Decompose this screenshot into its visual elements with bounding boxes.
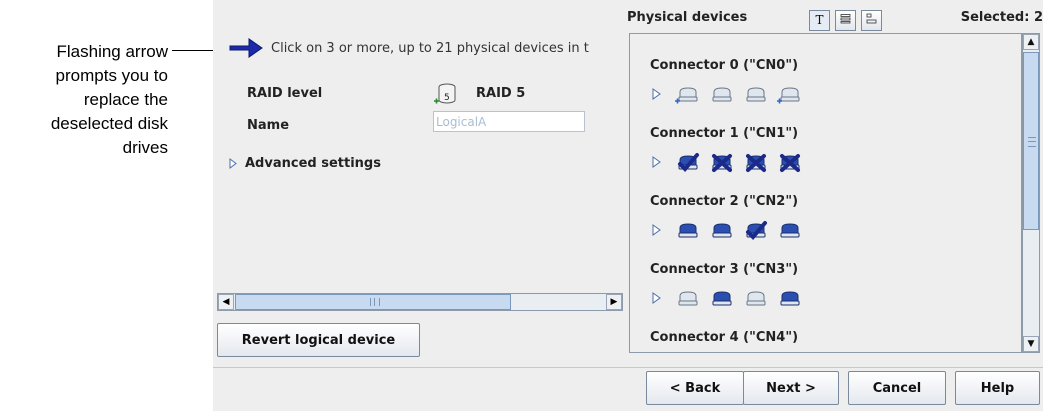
expand-connector-icon[interactable]	[652, 88, 662, 100]
connector-label: Connector 2 ("CN2")	[650, 194, 799, 209]
list-view-icon	[840, 14, 851, 24]
callout-leader-line	[172, 50, 214, 51]
vertical-scrollbar[interactable]: ▲ ▼	[1022, 33, 1040, 353]
disk-drive-check-icon[interactable]	[743, 220, 769, 242]
connector-label: Connector 1 ("CN1")	[650, 126, 799, 141]
expand-connector-icon[interactable]	[652, 224, 662, 236]
back-button[interactable]: < Back	[646, 371, 744, 405]
disk-drive-normal-icon[interactable]	[675, 220, 701, 242]
annotation-line: deselected disk	[50, 114, 168, 133]
scroll-up-button[interactable]: ▲	[1023, 34, 1039, 50]
annotation-line: prompts you to	[55, 66, 168, 85]
disk-drive-normal-icon[interactable]	[777, 220, 803, 242]
connector-label: Connector 3 ("CN3")	[650, 262, 799, 277]
scroll-grip-icon	[370, 298, 380, 306]
flashing-arrow-icon	[229, 38, 263, 58]
physical-devices-title: Physical devices	[627, 10, 748, 25]
list-view-button[interactable]	[835, 10, 856, 31]
scroll-right-button[interactable]: ▶	[606, 294, 622, 310]
revert-logical-device-button[interactable]: Revert logical device	[217, 323, 420, 357]
advanced-settings-toggle[interactable]: Advanced settings	[229, 156, 381, 171]
vertical-scroll-thumb[interactable]	[1023, 52, 1039, 230]
help-button[interactable]: Help	[955, 371, 1040, 405]
disk-drive-empty-icon[interactable]	[743, 84, 769, 106]
tree-view-icon	[866, 13, 877, 24]
disk-drive-normal-icon[interactable]	[709, 220, 735, 242]
annotation-callout: Flashing arrow prompts you to replace th…	[0, 40, 168, 160]
disk-drive-x-icon[interactable]	[709, 152, 735, 174]
disk-drive-x-icon[interactable]	[777, 152, 803, 174]
tree-view-button[interactable]	[861, 10, 882, 31]
scroll-left-button[interactable]: ◀	[218, 294, 234, 310]
raid-level-value: RAID 5	[476, 86, 526, 101]
cancel-button[interactable]: Cancel	[848, 371, 946, 405]
expand-connector-icon[interactable]	[652, 292, 662, 304]
connector-label: Connector 4 ("CN4")	[650, 330, 799, 345]
name-field[interactable]	[433, 111, 585, 132]
disk-drive-normal-icon[interactable]	[777, 288, 803, 310]
next-button[interactable]: Next >	[743, 371, 839, 405]
expand-triangle-icon	[229, 158, 237, 169]
disk-drive-empty-icon[interactable]	[743, 288, 769, 310]
raid-disk-icon: 5	[434, 83, 456, 104]
scroll-grip-icon	[1028, 137, 1036, 147]
disk-drive-x-icon[interactable]	[743, 152, 769, 174]
raid-level-label: RAID level	[247, 86, 323, 101]
annotation-line: Flashing arrow	[56, 42, 169, 61]
disk-drive-empty-icon[interactable]	[709, 84, 735, 106]
annotation-line: replace the	[83, 90, 168, 109]
disk-drive-add-icon[interactable]	[777, 84, 803, 106]
connector-label: Connector 0 ("CN0")	[650, 58, 799, 73]
physical-devices-list: Connector 0 ("CN0") Connector 1 ("CN1") Co…	[629, 33, 1022, 353]
disk-drive-add-icon[interactable]	[675, 84, 701, 106]
annotation-line: drives	[122, 138, 168, 157]
instruction-text: Click on 3 or more, up to 21 physical de…	[271, 41, 589, 56]
raid-icon-digit: 5	[444, 93, 450, 103]
selected-count: Selected: 2	[960, 10, 1043, 25]
physical-devices-header: Physical devices T Selected: 2	[625, 0, 1043, 34]
horizontal-scrollbar[interactable]: ◀ ▶	[217, 293, 623, 311]
name-label: Name	[247, 118, 290, 133]
create-logical-device-dialog: Click on 3 or more, up to 21 physical de…	[213, 0, 1043, 411]
disk-drive-empty-icon[interactable]	[675, 288, 701, 310]
disk-drive-check-icon[interactable]	[675, 152, 701, 174]
disk-drive-normal-icon[interactable]	[709, 288, 735, 310]
horizontal-scroll-thumb[interactable]	[235, 294, 511, 310]
logical-device-settings-pane: Click on 3 or more, up to 21 physical de…	[213, 0, 625, 367]
text-view-button[interactable]: T	[809, 10, 830, 31]
expand-connector-icon[interactable]	[652, 156, 662, 168]
scroll-down-button[interactable]: ▼	[1023, 336, 1039, 352]
advanced-settings-label: Advanced settings	[245, 156, 381, 171]
